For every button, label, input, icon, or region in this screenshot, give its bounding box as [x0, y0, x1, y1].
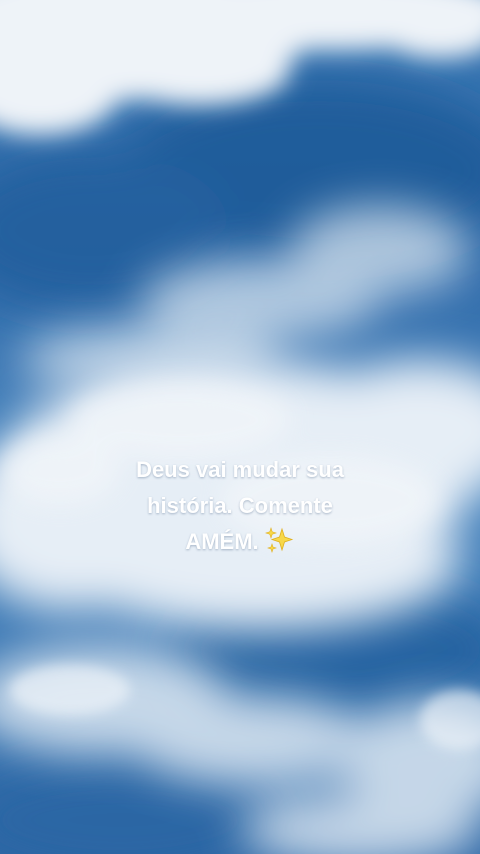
sky-background: Deus vai mudar sua história. Comente AMÉ… [0, 0, 480, 854]
caption-line-1: Deus vai mudar sua [136, 457, 344, 482]
caption-line-3-wrap: AMÉM. [60, 524, 420, 560]
caption-line-2: história. Comente [147, 493, 333, 518]
caption-line-3: AMÉM. [185, 529, 259, 554]
caption-text: Deus vai mudar sua história. Comente AMÉ… [60, 452, 420, 560]
sparkles-icon [264, 527, 293, 553]
cloud-layer [0, 0, 480, 854]
